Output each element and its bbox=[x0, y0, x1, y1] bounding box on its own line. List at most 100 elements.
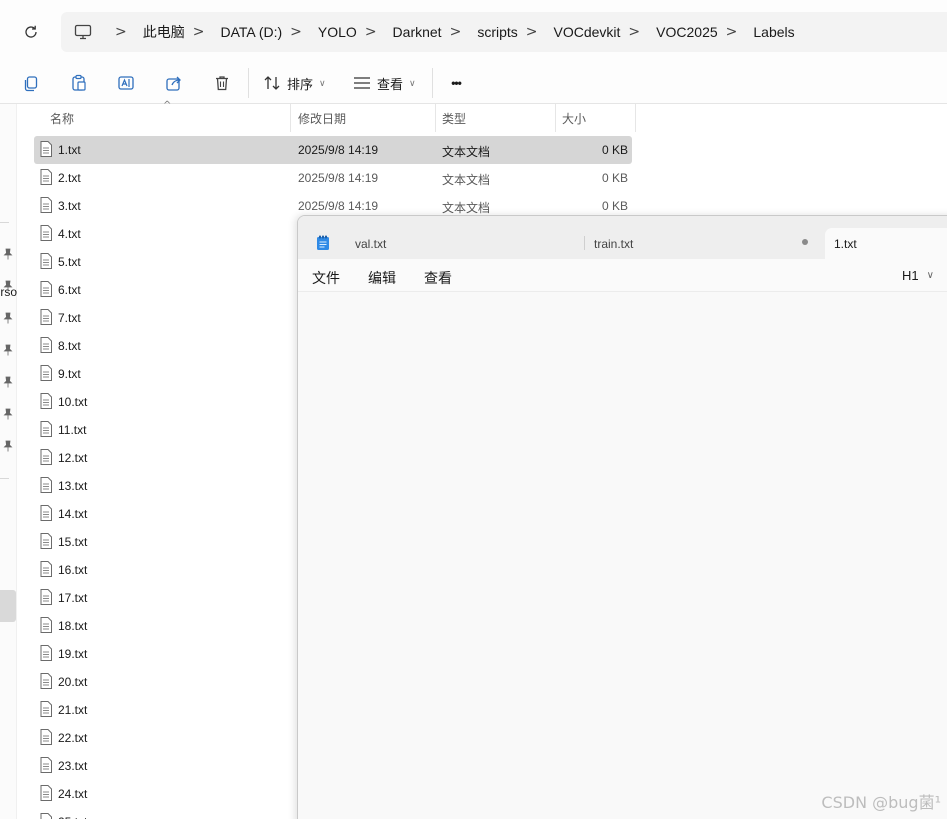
breadcrumb-separator-icon[interactable]: > bbox=[526, 24, 538, 40]
file-size: 0 KB bbox=[601, 143, 628, 157]
rename-icon bbox=[118, 76, 134, 90]
text-file-icon bbox=[40, 393, 52, 409]
heading-format-dropdown[interactable]: H1 ∨ bbox=[902, 268, 934, 283]
file-name: 15.txt bbox=[58, 535, 88, 549]
pin-icon bbox=[3, 312, 13, 324]
column-divider[interactable] bbox=[635, 104, 636, 132]
file-name: 10.txt bbox=[58, 395, 88, 409]
breadcrumb-separator-icon[interactable]: > bbox=[726, 24, 738, 40]
sort-icon bbox=[264, 76, 280, 90]
breadcrumb-separator-icon[interactable]: > bbox=[193, 24, 205, 40]
breadcrumb-item[interactable]: YOLO bbox=[318, 24, 357, 40]
column-divider[interactable] bbox=[290, 104, 291, 132]
navigation-pane: rso bbox=[0, 104, 17, 819]
file-name: 14.txt bbox=[58, 507, 88, 521]
toolbar-divider bbox=[432, 68, 433, 98]
text-file-icon bbox=[40, 421, 52, 437]
pin-icon bbox=[3, 440, 13, 452]
text-file-icon bbox=[40, 197, 52, 213]
file-name: 23.txt bbox=[58, 759, 88, 773]
breadcrumb-item[interactable]: VOCdevkit bbox=[554, 24, 621, 40]
nav-divider bbox=[0, 478, 9, 479]
column-header-type[interactable]: 类型 bbox=[442, 110, 466, 127]
menu-edit[interactable]: 编辑 bbox=[368, 268, 396, 288]
column-header-modified[interactable]: 修改日期 bbox=[298, 110, 346, 127]
copy-button[interactable] bbox=[18, 70, 44, 96]
text-file-icon bbox=[40, 757, 52, 773]
column-divider[interactable] bbox=[435, 104, 436, 132]
notepad-tab-bar: val.txt train.txt 1.txt bbox=[298, 216, 947, 259]
rename-button[interactable] bbox=[113, 70, 139, 96]
menu-view[interactable]: 查看 bbox=[424, 268, 452, 288]
delete-button[interactable] bbox=[209, 70, 235, 96]
tab-1-txt[interactable]: 1.txt bbox=[825, 228, 947, 259]
tab-val-txt[interactable]: val.txt bbox=[355, 230, 575, 259]
share-button[interactable] bbox=[161, 70, 187, 96]
this-pc-icon[interactable] bbox=[73, 22, 93, 42]
file-modified-date: 2025/9/8 14:19 bbox=[298, 143, 379, 157]
nav-selected-item[interactable] bbox=[0, 590, 16, 622]
breadcrumb-separator-icon[interactable]: > bbox=[115, 24, 127, 40]
text-file-icon bbox=[40, 281, 52, 297]
menu-file[interactable]: 文件 bbox=[312, 268, 340, 288]
file-name: 22.txt bbox=[58, 731, 88, 745]
breadcrumb-separator-icon[interactable]: > bbox=[365, 24, 377, 40]
more-options-button[interactable]: ••• bbox=[444, 70, 468, 96]
file-row[interactable]: 1.txt 2025/9/8 14:19 文本文档 0 KB bbox=[34, 136, 632, 164]
breadcrumb-separator-icon[interactable]: > bbox=[628, 24, 640, 40]
file-name: 16.txt bbox=[58, 563, 88, 577]
text-file-icon bbox=[40, 365, 52, 381]
file-row[interactable]: 2.txt 2025/9/8 14:19 文本文档 0 KB bbox=[34, 164, 632, 192]
breadcrumb-item[interactable]: 此电脑 bbox=[143, 22, 185, 42]
file-name: 12.txt bbox=[58, 451, 88, 465]
watermark: CSDN @bug菌¹ bbox=[821, 793, 941, 812]
trash-icon bbox=[216, 76, 228, 91]
breadcrumb-item[interactable]: Darknet bbox=[393, 24, 442, 40]
column-divider[interactable] bbox=[555, 104, 556, 132]
refresh-button[interactable] bbox=[18, 20, 44, 44]
file-name: 1.txt bbox=[58, 143, 81, 157]
column-header-name[interactable]: 名称 bbox=[50, 110, 74, 127]
nav-divider bbox=[0, 222, 9, 223]
file-type: 文本文档 bbox=[442, 173, 491, 187]
breadcrumb-item[interactable]: Labels bbox=[753, 24, 794, 40]
chevron-down-icon: ∨ bbox=[409, 77, 416, 88]
tab-train-txt[interactable]: train.txt bbox=[594, 230, 794, 259]
breadcrumb-separator-icon[interactable]: > bbox=[290, 24, 302, 40]
text-file-icon bbox=[40, 785, 52, 801]
text-file-icon bbox=[40, 505, 52, 521]
breadcrumb-item[interactable]: scripts bbox=[477, 24, 517, 40]
view-button[interactable]: 查看 ∨ bbox=[353, 70, 423, 96]
breadcrumb-item[interactable]: DATA (D:) bbox=[220, 24, 282, 40]
breadcrumb[interactable]: > 此电脑 > DATA (D:) > YOLO > Darknet > scripts > VOCd… bbox=[61, 12, 947, 52]
text-file-icon bbox=[40, 813, 52, 819]
unsaved-indicator[interactable] bbox=[802, 239, 808, 245]
column-header-size[interactable]: 大小 bbox=[562, 110, 586, 127]
tab-divider bbox=[584, 236, 585, 250]
paste-button[interactable] bbox=[66, 70, 92, 96]
command-bar: 排序 ∨ 查看 ∨ ••• bbox=[0, 62, 947, 104]
address-row: > 此电脑 > DATA (D:) > YOLO > Darknet > scripts > VOCd… bbox=[0, 0, 947, 62]
file-name: 7.txt bbox=[58, 311, 81, 325]
file-size: 0 KB bbox=[601, 171, 628, 185]
text-file-icon bbox=[40, 309, 52, 325]
notepad-text-area[interactable] bbox=[298, 292, 947, 819]
sort-button[interactable]: 排序 ∨ bbox=[263, 70, 338, 96]
text-file-icon bbox=[40, 141, 52, 157]
file-name: 8.txt bbox=[58, 339, 81, 353]
file-name: 2.txt bbox=[58, 171, 81, 185]
file-name: 13.txt bbox=[58, 479, 88, 493]
file-name: 25.txt bbox=[58, 815, 87, 819]
breadcrumb-separator-icon[interactable]: > bbox=[450, 24, 462, 40]
pin-icon bbox=[3, 248, 13, 260]
breadcrumb-item[interactable]: VOC2025 bbox=[656, 24, 717, 40]
file-name: 18.txt bbox=[58, 619, 88, 633]
file-name: 4.txt bbox=[58, 227, 81, 241]
text-file-icon bbox=[40, 477, 52, 493]
notepad-menu-bar: 文件 编辑 查看 H1 ∨ bbox=[298, 259, 947, 292]
text-file-icon bbox=[40, 729, 52, 745]
sort-ascending-icon: ^ bbox=[163, 100, 172, 111]
more-icon: ••• bbox=[451, 76, 462, 90]
text-file-icon bbox=[40, 533, 52, 549]
column-headers: ^ 名称 修改日期 类型 大小 bbox=[17, 100, 637, 132]
